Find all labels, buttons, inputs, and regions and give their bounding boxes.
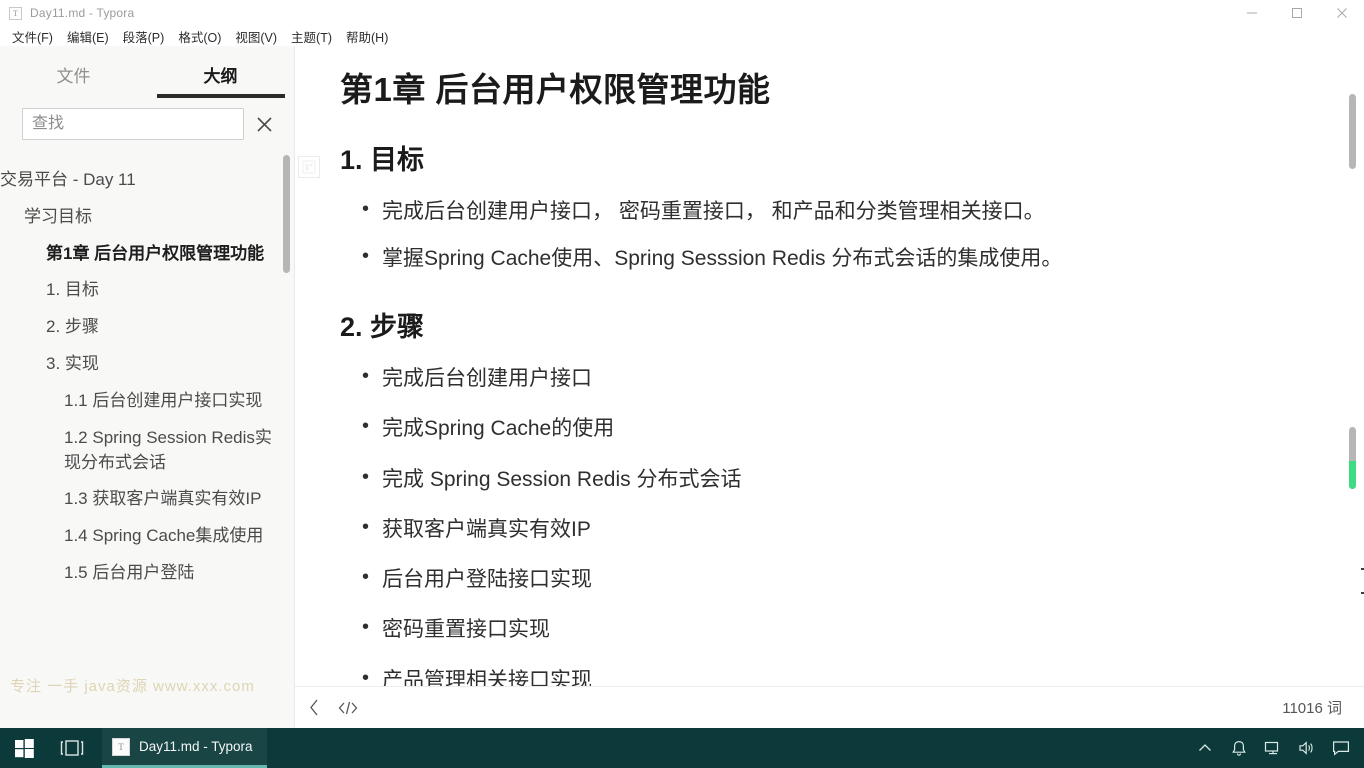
menu-item-view[interactable]: 视图(V) bbox=[228, 27, 284, 46]
list-item: 完成后台创建用户接口， 密码重置接口， 和产品和分类管理相关接口。 bbox=[340, 196, 1304, 225]
desktop: T Day11.md - Typora 文件(F) 编辑(E) 段落(P) 格式… bbox=[0, 0, 1364, 768]
outline-item-1-3[interactable]: 1.3 获取客户端真实有效IP bbox=[0, 481, 272, 518]
menu-item-paragraph[interactable]: 段落(P) bbox=[116, 27, 172, 46]
status-bar: 11016 词 bbox=[295, 686, 1364, 728]
search-input[interactable] bbox=[22, 108, 244, 140]
windows-start-icon[interactable] bbox=[0, 728, 48, 768]
list-item: 密码重置接口实现 bbox=[340, 614, 1304, 643]
list-item: 产品管理相关接口实现 bbox=[340, 665, 1304, 686]
close-icon[interactable] bbox=[244, 108, 284, 140]
close-icon[interactable] bbox=[1319, 0, 1364, 26]
task-view-icon[interactable] bbox=[48, 728, 96, 768]
taskbar: T Day11.md - Typora bbox=[0, 728, 1364, 768]
typora-window: T Day11.md - Typora 文件(F) 编辑(E) 段落(P) 格式… bbox=[0, 0, 1364, 728]
outline-item-goals[interactable]: 学习目标 bbox=[0, 199, 272, 236]
volume-icon[interactable] bbox=[1292, 728, 1322, 768]
window-title: Day11.md - Typora bbox=[30, 6, 135, 20]
outline-item-1-2[interactable]: 1.2 Spring Session Redis实现分布式会话 bbox=[0, 420, 272, 482]
menu-bar: 文件(F) 编辑(E) 段落(P) 格式(O) 视图(V) 主题(T) 帮助(H… bbox=[0, 26, 1364, 46]
heading-steps: 2. 步骤 bbox=[340, 311, 425, 342]
system-tray bbox=[1190, 728, 1364, 768]
typora-document-icon: T bbox=[9, 6, 22, 20]
sidebar-tabs: 文件 大纲 bbox=[0, 46, 294, 98]
outline-item-2-steps[interactable]: 2. 步骤 bbox=[0, 309, 272, 346]
word-count: 11016 词 bbox=[1282, 700, 1342, 717]
tab-files[interactable]: 文件 bbox=[0, 62, 147, 98]
document-scroll-area[interactable]: 第1章 后台用户权限管理功能 1. 目标 完成后台创建用户接口， 密码重置接口，… bbox=[295, 46, 1364, 686]
outline-list: 交易平台 - Day 11 学习目标 第1章 后台用户权限管理功能 1. 目标 … bbox=[0, 162, 294, 592]
outline-marker-icon[interactable] bbox=[298, 156, 320, 178]
window-body: 文件 大纲 交易平台 - Day 11 学习目标 第1章 后台用户权限管理功能 … bbox=[0, 46, 1364, 728]
list-item: 掌握Spring Cache使用、Spring Sesssion Redis 分… bbox=[340, 243, 1304, 272]
source-code-icon[interactable] bbox=[338, 700, 358, 716]
list-item: 完成Spring Cache的使用 bbox=[340, 413, 1304, 442]
chevron-left-icon[interactable] bbox=[309, 699, 320, 716]
menu-item-format[interactable]: 格式(O) bbox=[171, 27, 228, 46]
heading-goal: 1. 目标 bbox=[340, 144, 425, 175]
outline-item-chapter1[interactable]: 第1章 后台用户权限管理功能 bbox=[0, 236, 272, 273]
outline-item-root[interactable]: 交易平台 - Day 11 bbox=[0, 162, 272, 199]
menu-item-edit[interactable]: 编辑(E) bbox=[60, 27, 116, 46]
chevron-up-icon[interactable] bbox=[1190, 728, 1220, 768]
sidebar-scrollbar[interactable] bbox=[283, 150, 290, 728]
list-item: 完成后台创建用户接口 bbox=[340, 363, 1304, 392]
title-bar: T Day11.md - Typora bbox=[0, 0, 1364, 26]
menu-item-file[interactable]: 文件(F) bbox=[5, 27, 60, 46]
content-area: 第1章 后台用户权限管理功能 1. 目标 完成后台创建用户接口， 密码重置接口，… bbox=[295, 46, 1364, 728]
list-item: 完成 Spring Session Redis 分布式会话 bbox=[340, 464, 1304, 493]
maximize-icon[interactable] bbox=[1274, 0, 1319, 26]
outline-scroll-area[interactable]: 交易平台 - Day 11 学习目标 第1章 后台用户权限管理功能 1. 目标 … bbox=[0, 150, 294, 728]
sidebar: 文件 大纲 交易平台 - Day 11 学习目标 第1章 后台用户权限管理功能 … bbox=[0, 46, 295, 728]
window-controls bbox=[1229, 0, 1364, 26]
outline-item-3-impl[interactable]: 3. 实现 bbox=[0, 346, 272, 383]
outline-item-1-1[interactable]: 1.1 后台创建用户接口实现 bbox=[0, 383, 272, 420]
document[interactable]: 第1章 后台用户权限管理功能 1. 目标 完成后台创建用户接口， 密码重置接口，… bbox=[340, 70, 1304, 686]
tab-outline[interactable]: 大纲 bbox=[147, 62, 294, 98]
page-title: 第1章 后台用户权限管理功能 bbox=[340, 71, 771, 108]
outline-item-1-goal[interactable]: 1. 目标 bbox=[0, 272, 272, 309]
sidebar-search-row bbox=[0, 98, 294, 150]
document-scrollbar-thumb[interactable] bbox=[1349, 94, 1356, 169]
network-icon[interactable] bbox=[1258, 728, 1288, 768]
action-center-icon[interactable] bbox=[1326, 728, 1356, 768]
progress-fill bbox=[1349, 461, 1356, 489]
menu-item-help[interactable]: 帮助(H) bbox=[339, 27, 395, 46]
taskbar-window-typora[interactable]: T Day11.md - Typora bbox=[102, 728, 267, 768]
document-scrollbar-progress[interactable] bbox=[1349, 427, 1356, 489]
steps-bullet-list: 完成后台创建用户接口 完成Spring Cache的使用 完成 Spring S… bbox=[340, 363, 1304, 686]
sidebar-scrollbar-thumb[interactable] bbox=[283, 155, 290, 273]
list-item: 获取客户端真实有效IP bbox=[340, 514, 1304, 543]
list-item: 后台用户登陆接口实现 bbox=[340, 564, 1304, 593]
goal-bullet-list: 完成后台创建用户接口， 密码重置接口， 和产品和分类管理相关接口。 掌握Spri… bbox=[340, 196, 1304, 273]
bell-icon[interactable] bbox=[1224, 728, 1254, 768]
minimize-icon[interactable] bbox=[1229, 0, 1274, 26]
taskbar-window-label: Day11.md - Typora bbox=[139, 739, 253, 754]
outline-item-1-4[interactable]: 1.4 Spring Cache集成使用 bbox=[0, 518, 272, 555]
menu-item-theme[interactable]: 主题(T) bbox=[284, 27, 339, 46]
typora-document-icon: T bbox=[112, 737, 130, 756]
outline-item-1-5[interactable]: 1.5 后台用户登陆 bbox=[0, 555, 272, 592]
